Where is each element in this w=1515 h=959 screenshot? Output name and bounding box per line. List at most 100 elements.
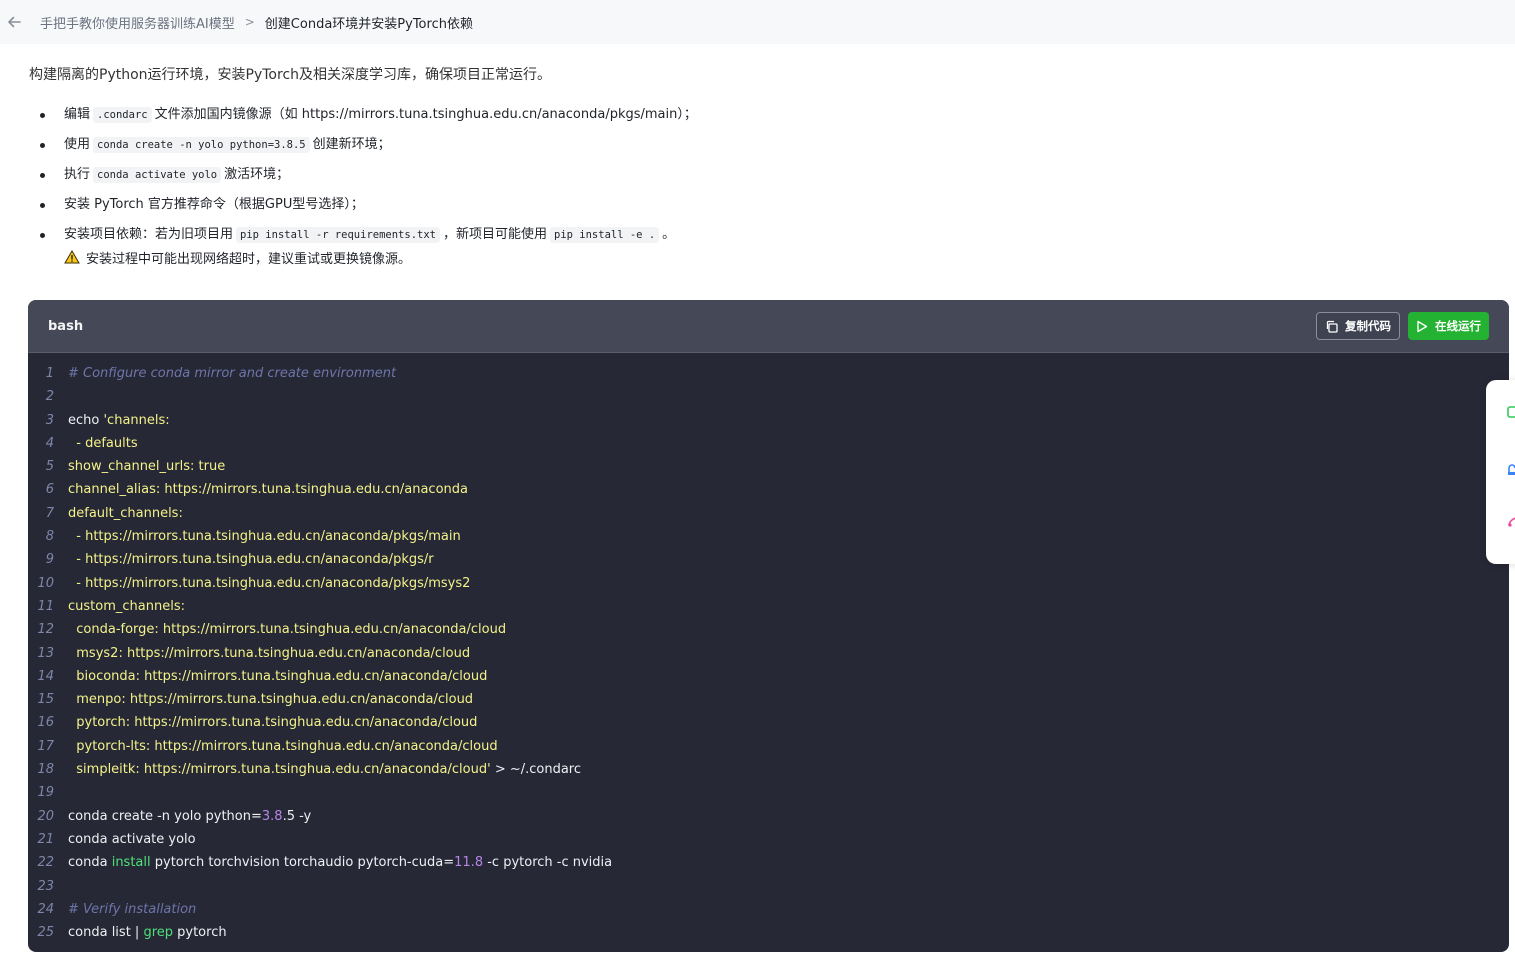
code-line: 15 menpo: https://mirrors.tuna.tsinghua.… xyxy=(28,688,1509,711)
code-token: 'channels: xyxy=(103,412,170,428)
run-online-button[interactable]: 在线运行 xyxy=(1408,312,1489,340)
line-number: 6 xyxy=(45,482,54,498)
code-text: - https://mirrors.tuna.tsinghua.edu.cn/a… xyxy=(68,525,461,548)
line-number: 12 xyxy=(37,622,54,638)
code-text: conda list | grep pytorch xyxy=(68,921,227,944)
breadcrumb-parent[interactable]: 手把手教你使用服务器训练AI模型 xyxy=(40,13,235,32)
code-token: 3.8 xyxy=(261,808,283,824)
top-bar: 手把手教你使用服务器训练AI模型 > 创建Conda环境并安装PyTorch依赖 xyxy=(0,0,1515,44)
code-body: 1 # Configure conda mirror and create env… xyxy=(28,353,1509,944)
line-number: 23 xyxy=(37,878,54,894)
code-line: 19 xyxy=(28,781,1509,804)
line-number: 5 xyxy=(45,459,54,475)
code-token: conda-forge: https://mirrors.tuna.tsingh… xyxy=(68,622,507,638)
code-line: 14 bioconda: https://mirrors.tuna.tsingh… xyxy=(28,665,1509,688)
code-line: 22 conda install pytorch torchvision torc… xyxy=(28,851,1509,874)
warning-text: 安装过程中可能出现网络超时，建议重试或更换镜像源。 xyxy=(86,251,412,267)
code-line: 24 # Verify installation xyxy=(28,898,1509,921)
code-token: pytorch: https://mirrors.tuna.tsinghua.e… xyxy=(68,715,478,731)
code-line: 16 pytorch: https://mirrors.tuna.tsinghu… xyxy=(28,711,1509,734)
code-token: show_channel_urls: true xyxy=(68,459,226,475)
code-line: 13 msys2: https://mirrors.tuna.tsinghua.… xyxy=(28,642,1509,665)
code-text: default_channels: xyxy=(68,502,183,525)
code-token: 11.8 xyxy=(454,855,484,871)
code-line: 7 default_channels: xyxy=(28,502,1509,525)
code-text: # Verify installation xyxy=(68,898,196,921)
code-line: 3 echo 'channels: xyxy=(28,409,1509,432)
line-number: 7 xyxy=(45,505,54,521)
code-text: msys2: https://mirrors.tuna.tsinghua.edu… xyxy=(68,642,470,665)
code-token: grep xyxy=(143,925,173,941)
code-text: conda activate yolo xyxy=(68,828,196,851)
line-number: 11 xyxy=(37,598,54,614)
code-text: simpleitk: https://mirrors.tuna.tsinghua… xyxy=(68,758,581,781)
line-number: 10 xyxy=(37,575,54,591)
code-text: echo 'channels: xyxy=(68,409,170,432)
line-number: 19 xyxy=(37,785,54,801)
line-number: 13 xyxy=(37,645,54,661)
list-item: 执行 conda activate yolo 激活环境； xyxy=(40,164,760,194)
inline-code: pip install -r requirements.txt xyxy=(236,227,440,243)
code-line: 12 conda-forge: https://mirrors.tuna.tsi… xyxy=(28,618,1509,641)
list-item: 使用 conda create -n yolo python=3.8.5 创建新环境… xyxy=(40,134,760,164)
code-token: pytorch-lts: https://mirrors.tuna.tsingh… xyxy=(68,738,498,754)
line-number: 21 xyxy=(37,831,54,847)
code-block: bash 复制代码 在线运行 1 # Configure conda mirror… xyxy=(28,300,1509,952)
code-text: # Configure conda mirror and create envi… xyxy=(68,362,396,385)
code-line: 21 conda activate yolo xyxy=(28,828,1509,851)
code-line: 9 - https://mirrors.tuna.tsinghua.edu.cn… xyxy=(28,548,1509,571)
line-number: 25 xyxy=(37,925,54,941)
code-token: - https://mirrors.tuna.tsinghua.edu.cn/a… xyxy=(68,552,434,568)
code-line: 1 # Configure conda mirror and create env… xyxy=(28,362,1509,385)
line-number: 24 xyxy=(37,901,54,917)
side-tool-icon[interactable] xyxy=(1506,514,1515,530)
code-text: pytorch-lts: https://mirrors.tuna.tsingh… xyxy=(68,735,498,758)
line-number: 1 xyxy=(45,366,54,381)
code-line: 8 - https://mirrors.tuna.tsinghua.edu.cn… xyxy=(28,525,1509,548)
code-token: # Configure conda mirror and create envi… xyxy=(68,366,397,381)
warning-note: 安装过程中可能出现网络超时，建议重试或更换镜像源。 xyxy=(64,246,411,268)
code-text: conda install pytorch torchvision torcha… xyxy=(68,851,612,874)
code-token: echo xyxy=(68,412,104,428)
code-token: - https://mirrors.tuna.tsinghua.edu.cn/a… xyxy=(68,575,471,591)
code-text: - https://mirrors.tuna.tsinghua.edu.cn/a… xyxy=(68,548,434,571)
line-number: 17 xyxy=(37,738,54,754)
code-token: install xyxy=(111,855,151,871)
line-number: 4 xyxy=(45,435,54,451)
code-line: 2 xyxy=(28,385,1509,408)
code-token: .5 -y xyxy=(282,808,312,824)
code-token: pytorch torchvision torchaudio pytorch-c… xyxy=(150,855,455,871)
line-number: 8 xyxy=(45,529,54,545)
line-number: 20 xyxy=(37,808,54,824)
code-text: menpo: https://mirrors.tuna.tsinghua.edu… xyxy=(68,688,473,711)
side-tool-icon[interactable] xyxy=(1506,462,1515,478)
code-text: custom_channels: xyxy=(68,595,185,618)
line-number: 18 xyxy=(37,762,54,778)
line-number: 14 xyxy=(37,668,54,684)
code-line: 25 conda list | grep pytorch xyxy=(28,921,1509,944)
code-line: 17 pytorch-lts: https://mirrors.tuna.tsi… xyxy=(28,735,1509,758)
code-line: 6 channel_alias: https://mirrors.tuna.tsi… xyxy=(28,478,1509,501)
code-token: pytorch xyxy=(173,925,227,941)
code-line: 18 simpleitk: https://mirrors.tuna.tsing… xyxy=(28,758,1509,781)
code-text: bioconda: https://mirrors.tuna.tsinghua.… xyxy=(68,665,487,688)
line-number: 16 xyxy=(37,715,54,731)
code-token: conda xyxy=(68,855,112,871)
code-token: - https://mirrors.tuna.tsinghua.edu.cn/a… xyxy=(68,529,461,545)
list-item: 安装 PyTorch 官方推荐命令（根据GPU型号选择）； xyxy=(40,194,760,224)
back-arrow-icon[interactable] xyxy=(6,14,22,30)
code-token: custom_channels: xyxy=(68,598,185,614)
breadcrumb-current: 创建Conda环境并安装PyTorch依赖 xyxy=(264,16,473,32)
code-text: show_channel_urls: true xyxy=(68,455,225,478)
side-tool-icon[interactable] xyxy=(1506,404,1515,420)
code-line: 5 show_channel_urls: true xyxy=(28,455,1509,478)
code-line: 20 conda create -n yolo python=3.8.5 -y xyxy=(28,805,1509,828)
copy-code-button[interactable]: 复制代码 xyxy=(1316,312,1400,340)
copy-icon xyxy=(1326,320,1338,333)
line-number: 9 xyxy=(45,552,54,568)
code-token: -c pytorch -c nvidia xyxy=(483,855,613,871)
side-toolbar xyxy=(1486,380,1515,564)
code-line: 4 - defaults xyxy=(28,432,1509,455)
code-text: - defaults xyxy=(68,432,137,455)
line-number: 3 xyxy=(45,412,54,428)
